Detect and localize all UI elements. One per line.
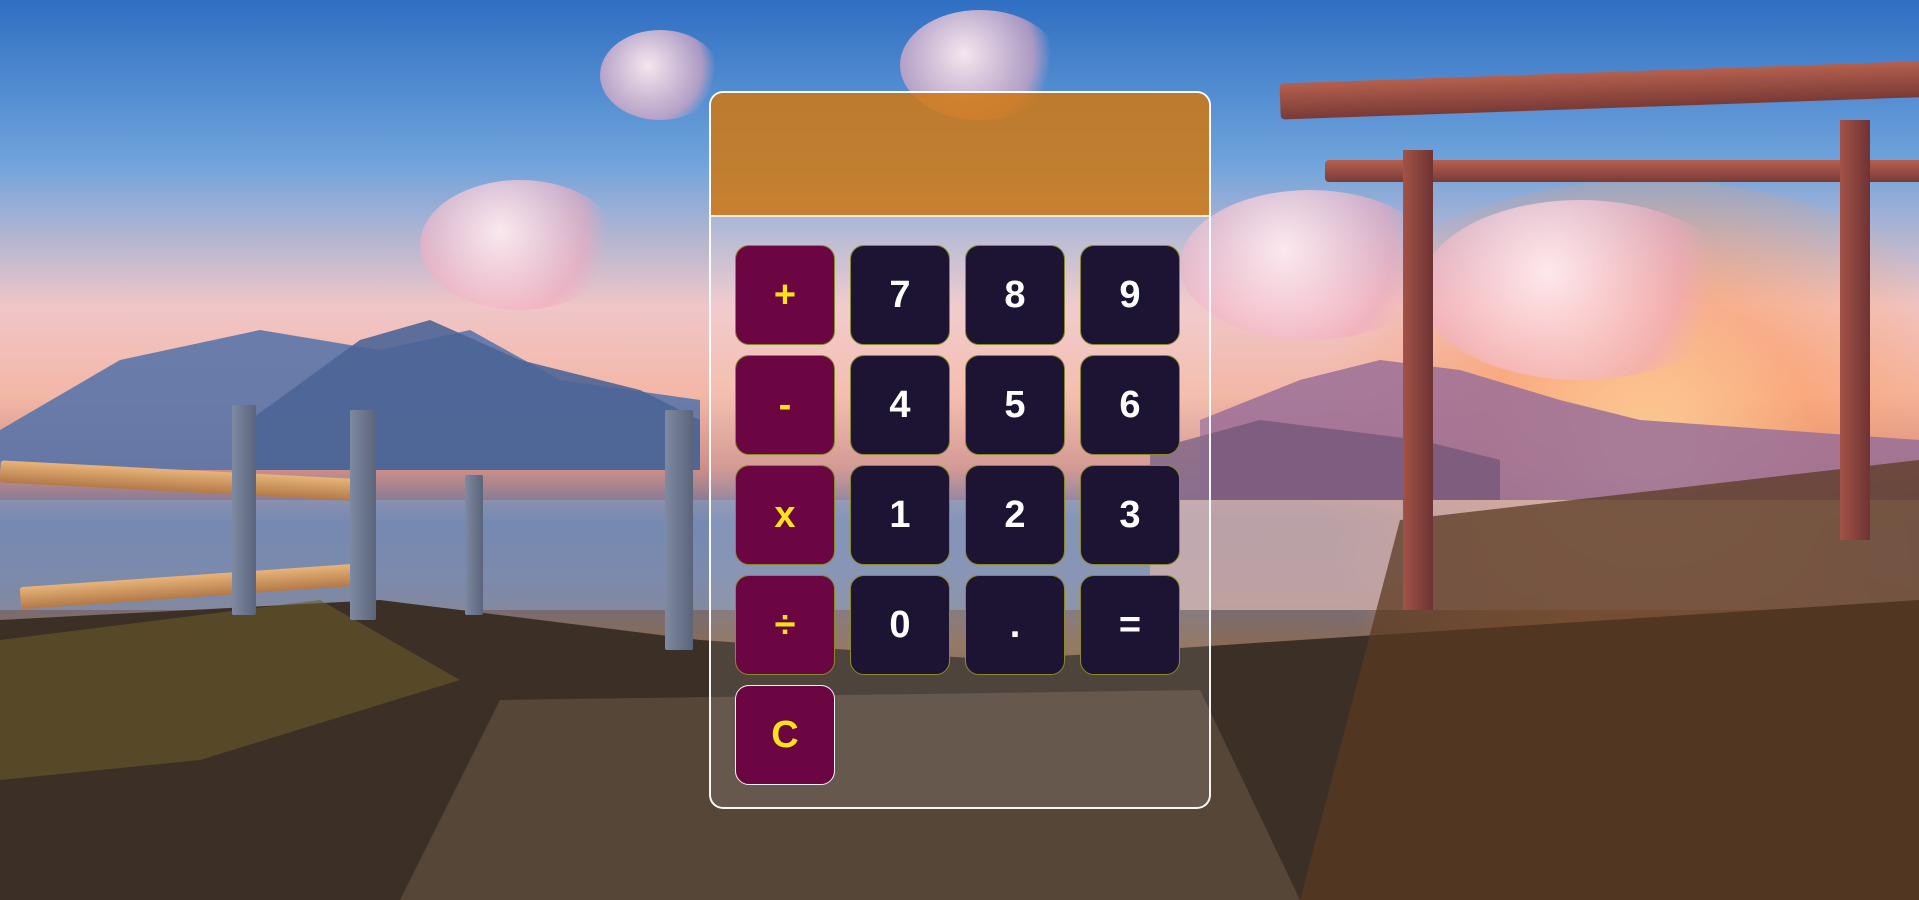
- add-button[interactable]: +: [735, 245, 835, 345]
- fence-post: [232, 405, 256, 615]
- digit-8-button[interactable]: 8: [965, 245, 1065, 345]
- fence-post: [665, 410, 693, 650]
- digit-4-button[interactable]: 4: [850, 355, 950, 455]
- digit-6-button[interactable]: 6: [1080, 355, 1180, 455]
- calculator-display: [711, 93, 1209, 217]
- digit-3-button[interactable]: 3: [1080, 465, 1180, 565]
- fence-post: [465, 475, 483, 615]
- clear-button[interactable]: C: [735, 685, 835, 785]
- digit-0-button[interactable]: 0: [850, 575, 950, 675]
- divide-button[interactable]: ÷: [735, 575, 835, 675]
- digit-1-button[interactable]: 1: [850, 465, 950, 565]
- digit-9-button[interactable]: 9: [1080, 245, 1180, 345]
- torii-pillar: [1840, 120, 1870, 540]
- decimal-button[interactable]: .: [965, 575, 1065, 675]
- calculator: + 7 8 9 - 4 5 6 x 1 2 3 ÷ 0 . = C: [709, 91, 1211, 809]
- digit-7-button[interactable]: 7: [850, 245, 950, 345]
- fence-post: [350, 410, 376, 620]
- subtract-button[interactable]: -: [735, 355, 835, 455]
- digit-5-button[interactable]: 5: [965, 355, 1065, 455]
- equals-button[interactable]: =: [1080, 575, 1180, 675]
- multiply-button[interactable]: x: [735, 465, 835, 565]
- keypad: + 7 8 9 - 4 5 6 x 1 2 3 ÷ 0 . = C: [735, 245, 1180, 785]
- torii-pillar: [1403, 150, 1433, 610]
- digit-2-button[interactable]: 2: [965, 465, 1065, 565]
